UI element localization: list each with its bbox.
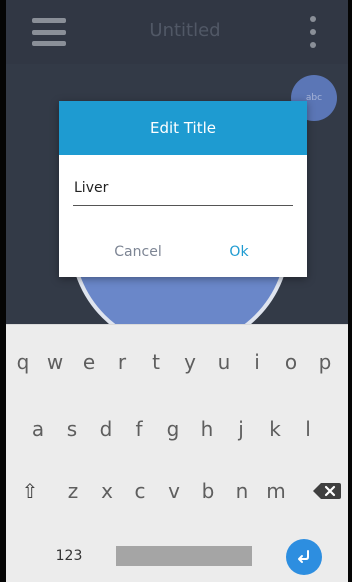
key-g[interactable]: g (158, 412, 188, 446)
key-h[interactable]: h (192, 412, 222, 446)
dialog-title: Edit Title (59, 101, 307, 155)
key-w[interactable]: w (40, 345, 70, 379)
left-bezel (0, 0, 6, 582)
key-b[interactable]: b (193, 474, 223, 508)
key-j[interactable]: j (226, 412, 256, 446)
right-bezel (348, 0, 352, 582)
backspace-icon[interactable] (310, 474, 344, 508)
shift-icon[interactable]: ⇧ (13, 474, 47, 508)
key-u[interactable]: u (209, 345, 239, 379)
space-key[interactable] (116, 546, 252, 566)
menu-icon[interactable] (32, 18, 66, 46)
key-k[interactable]: k (260, 412, 290, 446)
key-c[interactable]: c (125, 474, 155, 508)
key-s[interactable]: s (57, 412, 87, 446)
key-m[interactable]: m (261, 474, 291, 508)
more-vertical-icon[interactable] (306, 16, 320, 48)
key-n[interactable]: n (227, 474, 257, 508)
numbers-key[interactable]: 123 (44, 539, 94, 573)
key-l[interactable]: l (293, 412, 323, 446)
title-input-wrapper (73, 171, 293, 207)
app-bar: Untitled (0, 0, 352, 64)
key-a[interactable]: a (23, 412, 53, 446)
key-p[interactable]: p (310, 345, 340, 379)
cancel-button[interactable]: Cancel (97, 233, 179, 269)
title-input[interactable] (73, 171, 293, 206)
soft-keyboard: q w e r t y u i o p a s d f g h j k l ⇧ … (6, 324, 348, 582)
key-t[interactable]: t (141, 345, 171, 379)
dialog-actions: Cancel Ok (59, 233, 307, 269)
key-i[interactable]: i (242, 345, 272, 379)
app-screen: Untitled a b c Edit Title Cancel Ok q w e … (0, 0, 352, 582)
key-y[interactable]: y (175, 345, 205, 379)
key-o[interactable]: o (276, 345, 306, 379)
ok-button[interactable]: Ok (209, 233, 269, 269)
key-d[interactable]: d (91, 412, 121, 446)
key-r[interactable]: r (107, 345, 137, 379)
key-q[interactable]: q (8, 345, 38, 379)
key-z[interactable]: z (58, 474, 88, 508)
key-v[interactable]: v (159, 474, 189, 508)
key-e[interactable]: e (74, 345, 104, 379)
app-title: Untitled (149, 20, 221, 41)
enter-icon[interactable] (286, 539, 322, 575)
key-x[interactable]: x (92, 474, 122, 508)
edit-title-dialog: Edit Title Cancel Ok (59, 101, 307, 277)
key-f[interactable]: f (124, 412, 154, 446)
